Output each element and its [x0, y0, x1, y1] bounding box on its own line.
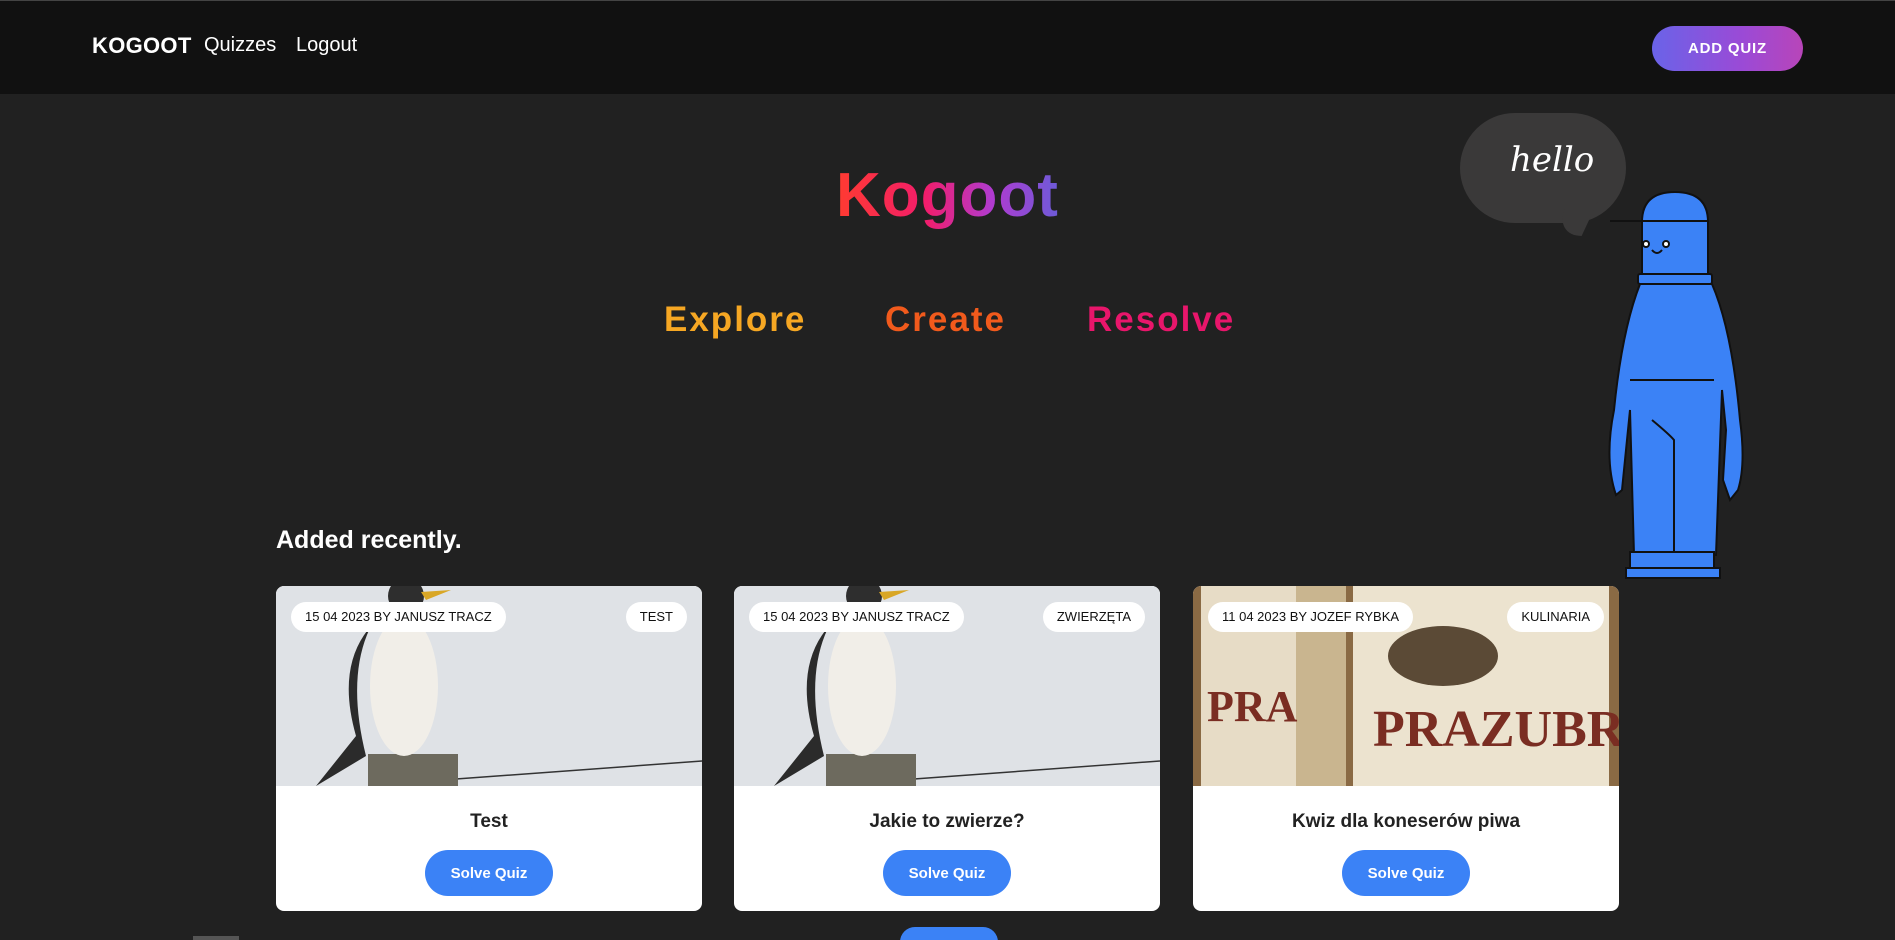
nav-link-logout[interactable]: Logout [296, 34, 357, 57]
card-title: Test [470, 811, 508, 832]
section-heading-added-recently: Added recently. [276, 526, 462, 554]
quiz-card[interactable]: 15 04 2023 BY JANUSZ TRACZ ZWIERZĘTA Jak… [734, 586, 1160, 911]
svg-text:PRAZUBR: PRAZUBR [1373, 701, 1619, 758]
card-category-badge[interactable]: ZWIERZĘTA [1042, 602, 1145, 632]
card-date-author-badge: 15 04 2023 BY JANUSZ TRACZ [749, 602, 964, 632]
tagline-create: Create [885, 300, 1006, 339]
tagline-explore: Explore [664, 300, 807, 339]
card-title: Jakie to zwierze? [869, 811, 1025, 832]
card-title: Kwiz dla koneserów piwa [1291, 811, 1521, 832]
brand-logo[interactable]: KOGOOT [92, 33, 192, 59]
solve-quiz-button[interactable]: Solve Quiz [425, 850, 553, 896]
card-date-author-badge: 11 04 2023 BY JOZEF RYBKA [1208, 602, 1414, 632]
tagline-resolve: Resolve [1087, 300, 1236, 339]
quiz-card[interactable]: 15 04 2023 BY JANUSZ TRACZ TEST Test Sol… [276, 586, 702, 911]
scroll-indicator [193, 936, 239, 940]
load-more-button[interactable] [900, 927, 998, 940]
card-category-badge[interactable]: KULINARIA [1507, 602, 1604, 632]
solve-quiz-button[interactable]: Solve Quiz [883, 850, 1011, 896]
hero-title-text: Kogoot [836, 161, 1059, 230]
solve-quiz-button[interactable]: Solve Quiz [1342, 850, 1470, 896]
card-date-author-badge: 15 04 2023 BY JANUSZ TRACZ [291, 602, 506, 632]
svg-text:PRA: PRA [1207, 682, 1298, 731]
card-category-badge[interactable]: TEST [625, 602, 687, 632]
speech-bubble-text: hello [1510, 140, 1595, 180]
top-navbar: KOGOOT Quizzes Logout ADD QUIZ [0, 0, 1895, 94]
nav-link-quizzes[interactable]: Quizzes [204, 34, 276, 57]
mascot-illustration [1608, 190, 1744, 579]
quiz-card[interactable]: PRA PRAZUBR 11 04 2023 BY JOZEF RYBKA KU… [1193, 586, 1619, 911]
add-quiz-button[interactable]: ADD QUIZ [1652, 26, 1803, 71]
